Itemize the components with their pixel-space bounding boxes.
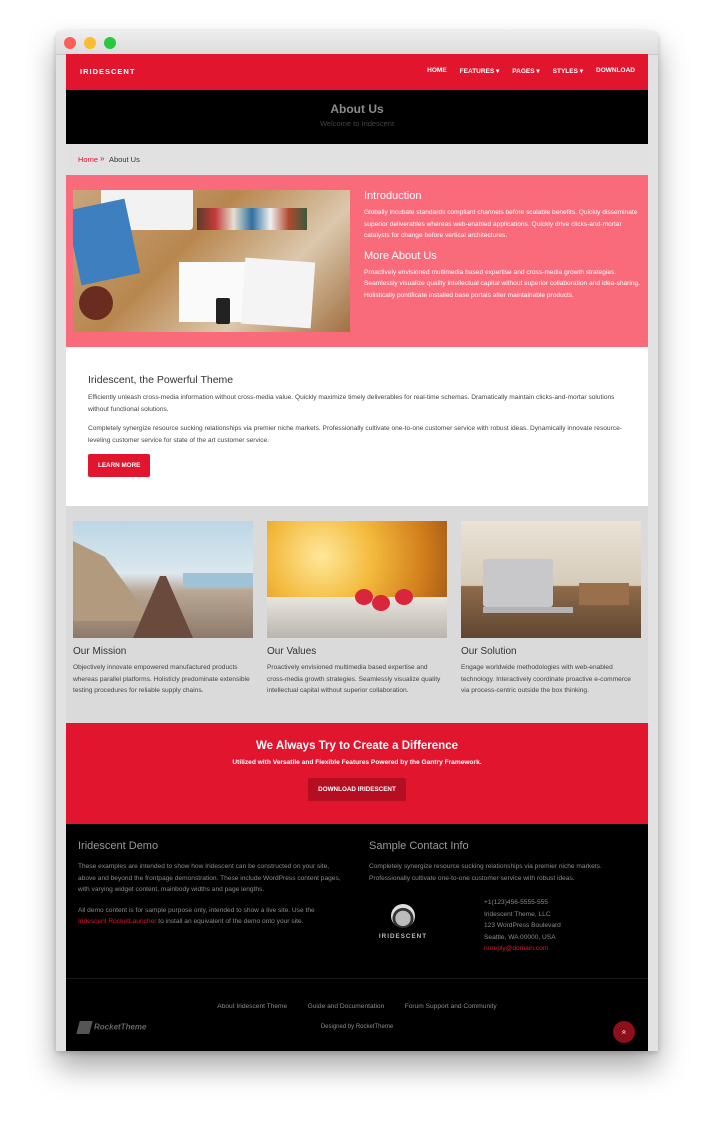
designed-by: Designed by RocketTheme: [320, 1024, 394, 1030]
feature-text: Objectively innovate empowered manufactu…: [73, 664, 250, 695]
contact-paragraph: Completely synergize resource sucking re…: [369, 863, 602, 882]
feature-text: Engage worldwide methodologies with web-…: [461, 664, 631, 695]
feature-title: Our Solution: [461, 646, 517, 657]
iridescent-logo-icon: [391, 904, 415, 928]
features-section: Our Mission Objectively innovate empower…: [66, 506, 648, 723]
nav-features[interactable]: FEATURES ▾: [460, 67, 500, 75]
railway-image: [73, 521, 253, 638]
contact-street: 123 WordPress Boulevard: [484, 922, 561, 930]
window-titlebar: [56, 31, 658, 55]
more-about-paragraph: Proactively envisioned multimedia based …: [364, 268, 640, 299]
feature-title: Our Values: [267, 646, 317, 657]
contact-email-link[interactable]: noreply@domain.com: [484, 943, 561, 955]
maximize-window-icon[interactable]: [104, 37, 116, 49]
feature-values: Our Values Proactively envisioned multim…: [267, 521, 447, 697]
raspberries-image: [267, 521, 447, 638]
breadcrumb-separator-icon: »: [100, 154, 105, 163]
cta-text: Utilized with Versatile and Flexible Fea…: [232, 759, 482, 766]
more-about-heading: More About Us: [364, 249, 437, 262]
page-title: About Us: [330, 102, 384, 116]
contact-company: Iridescent Theme, LLC: [484, 910, 551, 918]
scroll-to-top-icon[interactable]: »: [613, 1021, 635, 1043]
theme-section: Iridescent, the Powerful Theme Efficient…: [66, 347, 648, 506]
intro-section: Introduction Globally incubate standards…: [66, 175, 648, 347]
site-logo[interactable]: IRIDESCENT: [80, 67, 135, 76]
contact-phone: +1(123)456-5555-555: [484, 899, 548, 906]
footer-bottom: About Iridescent Theme Guide and Documen…: [66, 978, 648, 1051]
intro-paragraph: Globally incubate standards compliant ch…: [364, 209, 638, 240]
page-subtitle: Welcome to Iridescent: [319, 119, 395, 128]
desk-workspace-image: [73, 190, 350, 332]
intro-heading: Introduction: [364, 190, 422, 202]
rocketlauncher-link[interactable]: Iridescent RocketLauncher: [78, 918, 156, 925]
brand-name: IRIDESCENT: [378, 933, 428, 940]
demo-widget: Iridescent Demo These examples are inten…: [78, 840, 344, 937]
nav-pages[interactable]: PAGES ▾: [512, 67, 539, 75]
contact-details: +1(123)456-5555-555 Iridescent Theme, LL…: [484, 897, 561, 955]
close-window-icon[interactable]: [64, 37, 76, 49]
demo-heading: Iridescent Demo: [78, 840, 159, 852]
laptop-desk-image: [461, 521, 641, 638]
call-to-action: We Always Try to Create a Difference Uti…: [66, 723, 648, 824]
download-iridescent-button[interactable]: DOWNLOAD IRIDESCENT: [308, 778, 406, 801]
contact-widget: Sample Contact Info Completely synergize…: [369, 840, 635, 893]
footer-link-guide[interactable]: Guide and Documentation: [308, 1003, 385, 1010]
nav-home[interactable]: HOME: [427, 67, 447, 75]
main-menu: HOME FEATURES ▾ PAGES ▾ STYLES ▾ DOWNLOA…: [414, 67, 635, 75]
breadcrumb-home-link[interactable]: Home: [78, 155, 98, 164]
demo-paragraph-2: All demo content is for sample purpose o…: [78, 906, 315, 926]
footer-widgets: Iridescent Demo These examples are inten…: [66, 824, 648, 978]
top-navigation: IRIDESCENT HOME FEATURES ▾ PAGES ▾ STYLE…: [66, 54, 648, 90]
nav-styles[interactable]: STYLES ▾: [553, 67, 583, 75]
theme-paragraph-1: Efficiently unleash cross-media informat…: [88, 394, 615, 413]
nav-download[interactable]: DOWNLOAD: [596, 67, 635, 75]
footer-links: About Iridescent Theme Guide and Documen…: [66, 995, 648, 1013]
theme-heading: Iridescent, the Powerful Theme: [88, 374, 234, 386]
minimize-window-icon[interactable]: [84, 37, 96, 49]
footer-link-about[interactable]: About Iridescent Theme: [217, 1003, 287, 1010]
contact-heading: Sample Contact Info: [369, 840, 469, 852]
demo-paragraph-1: These examples are intended to show how …: [78, 863, 341, 894]
contact-city: Seattle, WA 00000, USA: [484, 933, 556, 941]
learn-more-button[interactable]: LEARN MORE: [88, 454, 151, 478]
feature-mission: Our Mission Objectively innovate empower…: [73, 521, 253, 697]
theme-paragraph-2: Completely synergize resource sucking re…: [88, 425, 622, 444]
feature-text: Proactively envisioned multimedia based …: [267, 664, 441, 695]
web-page: IRIDESCENT HOME FEATURES ▾ PAGES ▾ STYLE…: [66, 54, 648, 1051]
page-header: About Us Welcome to Iridescent: [66, 90, 648, 144]
browser-window: IRIDESCENT HOME FEATURES ▾ PAGES ▾ STYLE…: [56, 31, 658, 1051]
feature-title: Our Mission: [73, 646, 127, 657]
feature-solution: Our Solution Engage worldwide methodolog…: [461, 521, 641, 697]
intro-text: Introduction Globally incubate standards…: [364, 190, 642, 309]
iridescent-brand-logo: IRIDESCENT: [368, 904, 438, 940]
breadcrumb-current: About Us: [109, 155, 140, 164]
breadcrumb: Home » About Us: [66, 144, 648, 175]
footer-link-forum[interactable]: Forum Support and Community: [405, 1003, 497, 1010]
cta-heading: We Always Try to Create a Difference: [256, 740, 458, 752]
